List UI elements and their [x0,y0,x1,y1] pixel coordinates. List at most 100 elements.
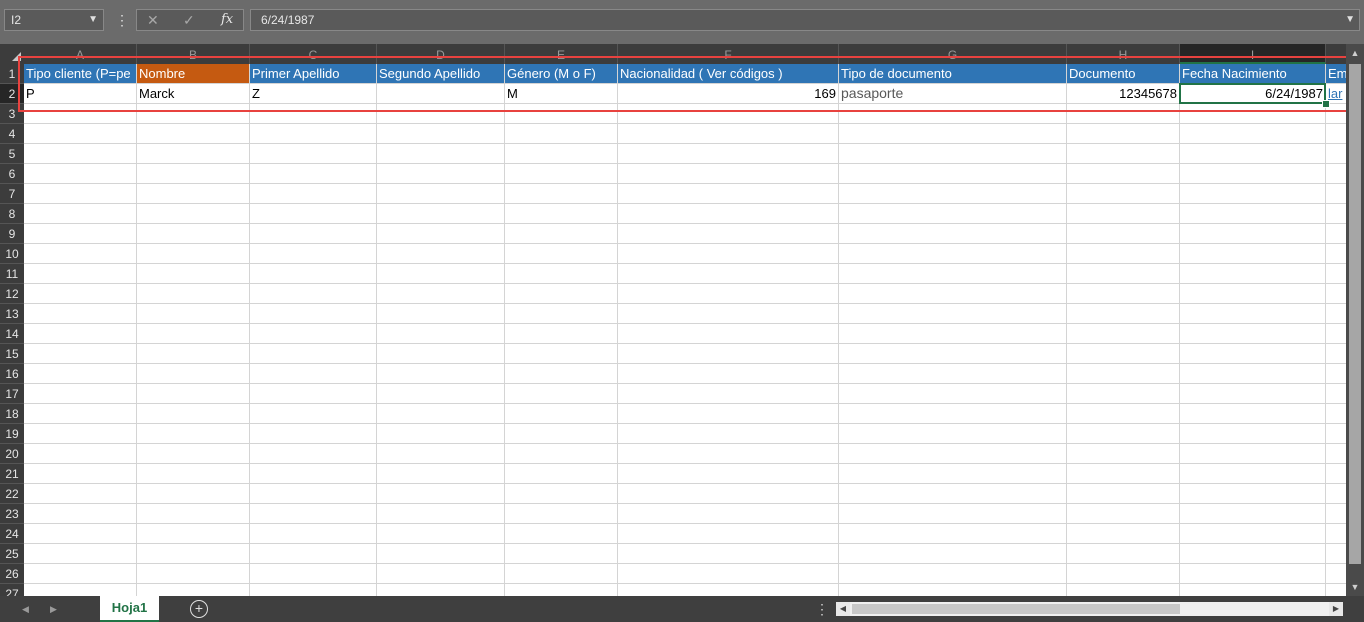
cell-d19[interactable] [377,424,505,444]
cell-i7[interactable] [1180,184,1326,204]
header-cell-c[interactable]: Primer Apellido [250,64,377,84]
cell-h14[interactable] [1067,324,1180,344]
cell-a11[interactable] [24,264,137,284]
cell-e16[interactable] [505,364,618,384]
chevron-down-icon[interactable]: ▼ [88,10,98,30]
cell-h4[interactable] [1067,124,1180,144]
cell-h24[interactable] [1067,524,1180,544]
cell-i4[interactable] [1180,124,1326,144]
insert-function-icon[interactable]: fx [221,10,233,30]
cell-a8[interactable] [24,204,137,224]
cell-a26[interactable] [24,564,137,584]
cell-a3[interactable] [24,104,137,124]
row-header-20[interactable]: 20 [0,444,24,464]
cell-a22[interactable] [24,484,137,504]
cell-g13[interactable] [839,304,1067,324]
cell-a15[interactable] [24,344,137,364]
cell-g10[interactable] [839,244,1067,264]
data-cell-i2[interactable]: 6/24/1987 [1180,84,1326,104]
cell-c18[interactable] [250,404,377,424]
plus-circle-icon[interactable]: + [190,600,208,618]
cell-b4[interactable] [137,124,250,144]
cell-i3[interactable] [1180,104,1326,124]
cell-c10[interactable] [250,244,377,264]
cell-h22[interactable] [1067,484,1180,504]
cell-c9[interactable] [250,224,377,244]
cell-d8[interactable] [377,204,505,224]
cell-a7[interactable] [24,184,137,204]
cell-a24[interactable] [24,524,137,544]
row-header-16[interactable]: 16 [0,364,24,384]
cell-h5[interactable] [1067,144,1180,164]
horizontal-scroll-thumb[interactable] [852,604,1180,614]
cell-b27[interactable] [137,584,250,596]
cell-f16[interactable] [618,364,839,384]
row-header-9[interactable]: 9 [0,224,24,244]
cell-h26[interactable] [1067,564,1180,584]
cell-j23[interactable] [1326,504,1346,524]
cell-a20[interactable] [24,444,137,464]
cell-g7[interactable] [839,184,1067,204]
cell-h16[interactable] [1067,364,1180,384]
cell-d12[interactable] [377,284,505,304]
name-box[interactable]: I2 ▼ [4,9,104,31]
vertical-scrollbar[interactable]: ▲ ▼ [1346,44,1364,596]
cell-i26[interactable] [1180,564,1326,584]
cell-b22[interactable] [137,484,250,504]
cell-b13[interactable] [137,304,250,324]
cell-g18[interactable] [839,404,1067,424]
cell-e20[interactable] [505,444,618,464]
column-header-b[interactable]: B [137,44,250,64]
data-cell-a2[interactable]: P [24,84,137,104]
cell-d20[interactable] [377,444,505,464]
cell-f18[interactable] [618,404,839,424]
data-cell-g2[interactable]: pasaporte [839,84,1067,104]
cell-f6[interactable] [618,164,839,184]
cell-b21[interactable] [137,464,250,484]
cell-c20[interactable] [250,444,377,464]
cell-d16[interactable] [377,364,505,384]
cell-j6[interactable] [1326,164,1346,184]
triangle-right-icon[interactable]: ▶ [50,600,57,618]
scroll-right-icon[interactable]: ▶ [1329,602,1343,616]
cell-j16[interactable] [1326,364,1346,384]
cell-e9[interactable] [505,224,618,244]
row-header-2[interactable]: 2 [0,84,24,104]
cell-g8[interactable] [839,204,1067,224]
cell-h9[interactable] [1067,224,1180,244]
cell-g4[interactable] [839,124,1067,144]
cell-f26[interactable] [618,564,839,584]
cell-i10[interactable] [1180,244,1326,264]
cell-h3[interactable] [1067,104,1180,124]
row-header-24[interactable]: 24 [0,524,24,544]
chevron-down-icon[interactable]: ▼ [1345,10,1355,30]
cell-g24[interactable] [839,524,1067,544]
data-cell-d2[interactable] [377,84,505,104]
scroll-left-icon[interactable]: ◀ [836,602,850,616]
cell-g19[interactable] [839,424,1067,444]
cell-h17[interactable] [1067,384,1180,404]
cell-b8[interactable] [137,204,250,224]
cell-c27[interactable] [250,584,377,596]
cell-f19[interactable] [618,424,839,444]
cell-b10[interactable] [137,244,250,264]
cell-a12[interactable] [24,284,137,304]
row-header-15[interactable]: 15 [0,344,24,364]
cell-i12[interactable] [1180,284,1326,304]
cell-e12[interactable] [505,284,618,304]
row-header-11[interactable]: 11 [0,264,24,284]
cell-j10[interactable] [1326,244,1346,264]
close-icon[interactable]: ✕ [147,10,159,30]
cell-c13[interactable] [250,304,377,324]
cell-f24[interactable] [618,524,839,544]
worksheet-grid[interactable]: ABCDEFGHI 1 Tipo cliente (P=pe Nombre Prime… [0,44,1346,596]
cell-c5[interactable] [250,144,377,164]
cell-g26[interactable] [839,564,1067,584]
cell-j12[interactable] [1326,284,1346,304]
cell-f5[interactable] [618,144,839,164]
cell-c26[interactable] [250,564,377,584]
cell-e18[interactable] [505,404,618,424]
cell-e22[interactable] [505,484,618,504]
cell-g3[interactable] [839,104,1067,124]
cell-d7[interactable] [377,184,505,204]
